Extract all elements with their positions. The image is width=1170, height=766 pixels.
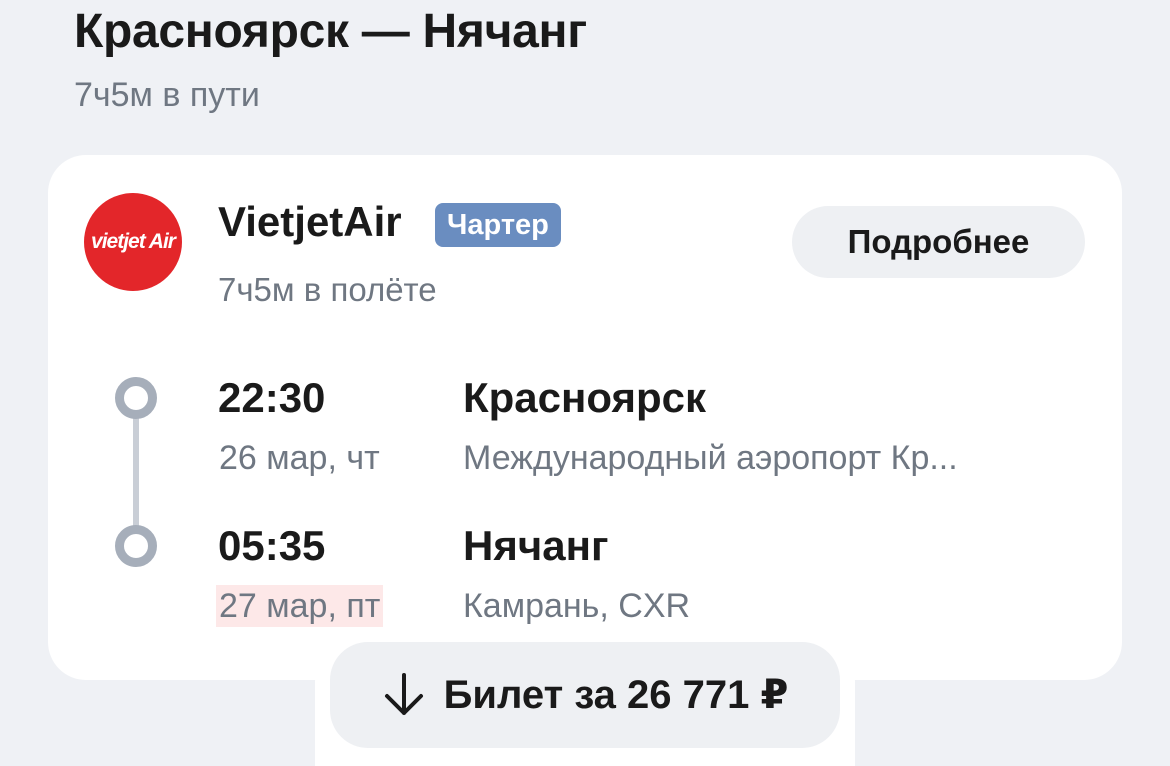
flight-duration: 7ч5м в полёте [218, 271, 437, 308]
details-button[interactable]: Подробнее [792, 206, 1085, 278]
airline-name: VietjetAir [218, 198, 402, 245]
arrival-date: 27 мар, пт [216, 585, 384, 627]
arrival-time: 05:35 [218, 522, 326, 569]
arrival-dot-icon [115, 525, 157, 567]
departure-time: 22:30 [218, 374, 326, 421]
departure-city: Красноярск [463, 374, 707, 421]
departure-dot-icon [115, 377, 157, 419]
total-duration: 7ч5м в пути [74, 76, 260, 114]
ticket-price-label: Билет за 26 771 ₽ [443, 673, 789, 717]
flight-card: vietjet Air VietjetAir Чартер 7ч5м в пол… [48, 155, 1122, 680]
departure-date: 26 мар, чт [219, 439, 380, 477]
ticket-price-button[interactable]: Билет за 26 771 ₽ [330, 642, 840, 748]
airline-logo: vietjet Air [84, 193, 182, 291]
departure-airport: Международный аэропорт Кр... [463, 439, 958, 477]
route-title: Красноярск — Нячанг [74, 5, 587, 58]
ticket-button-container: Билет за 26 771 ₽ [315, 630, 855, 766]
arrival-airport: Камрань, CXR [463, 587, 691, 625]
arrow-down-icon [384, 673, 423, 715]
arrival-city: Нячанг [463, 522, 609, 569]
charter-badge: Чартер [435, 203, 561, 247]
airline-logo-text: vietjet Air [91, 230, 176, 253]
